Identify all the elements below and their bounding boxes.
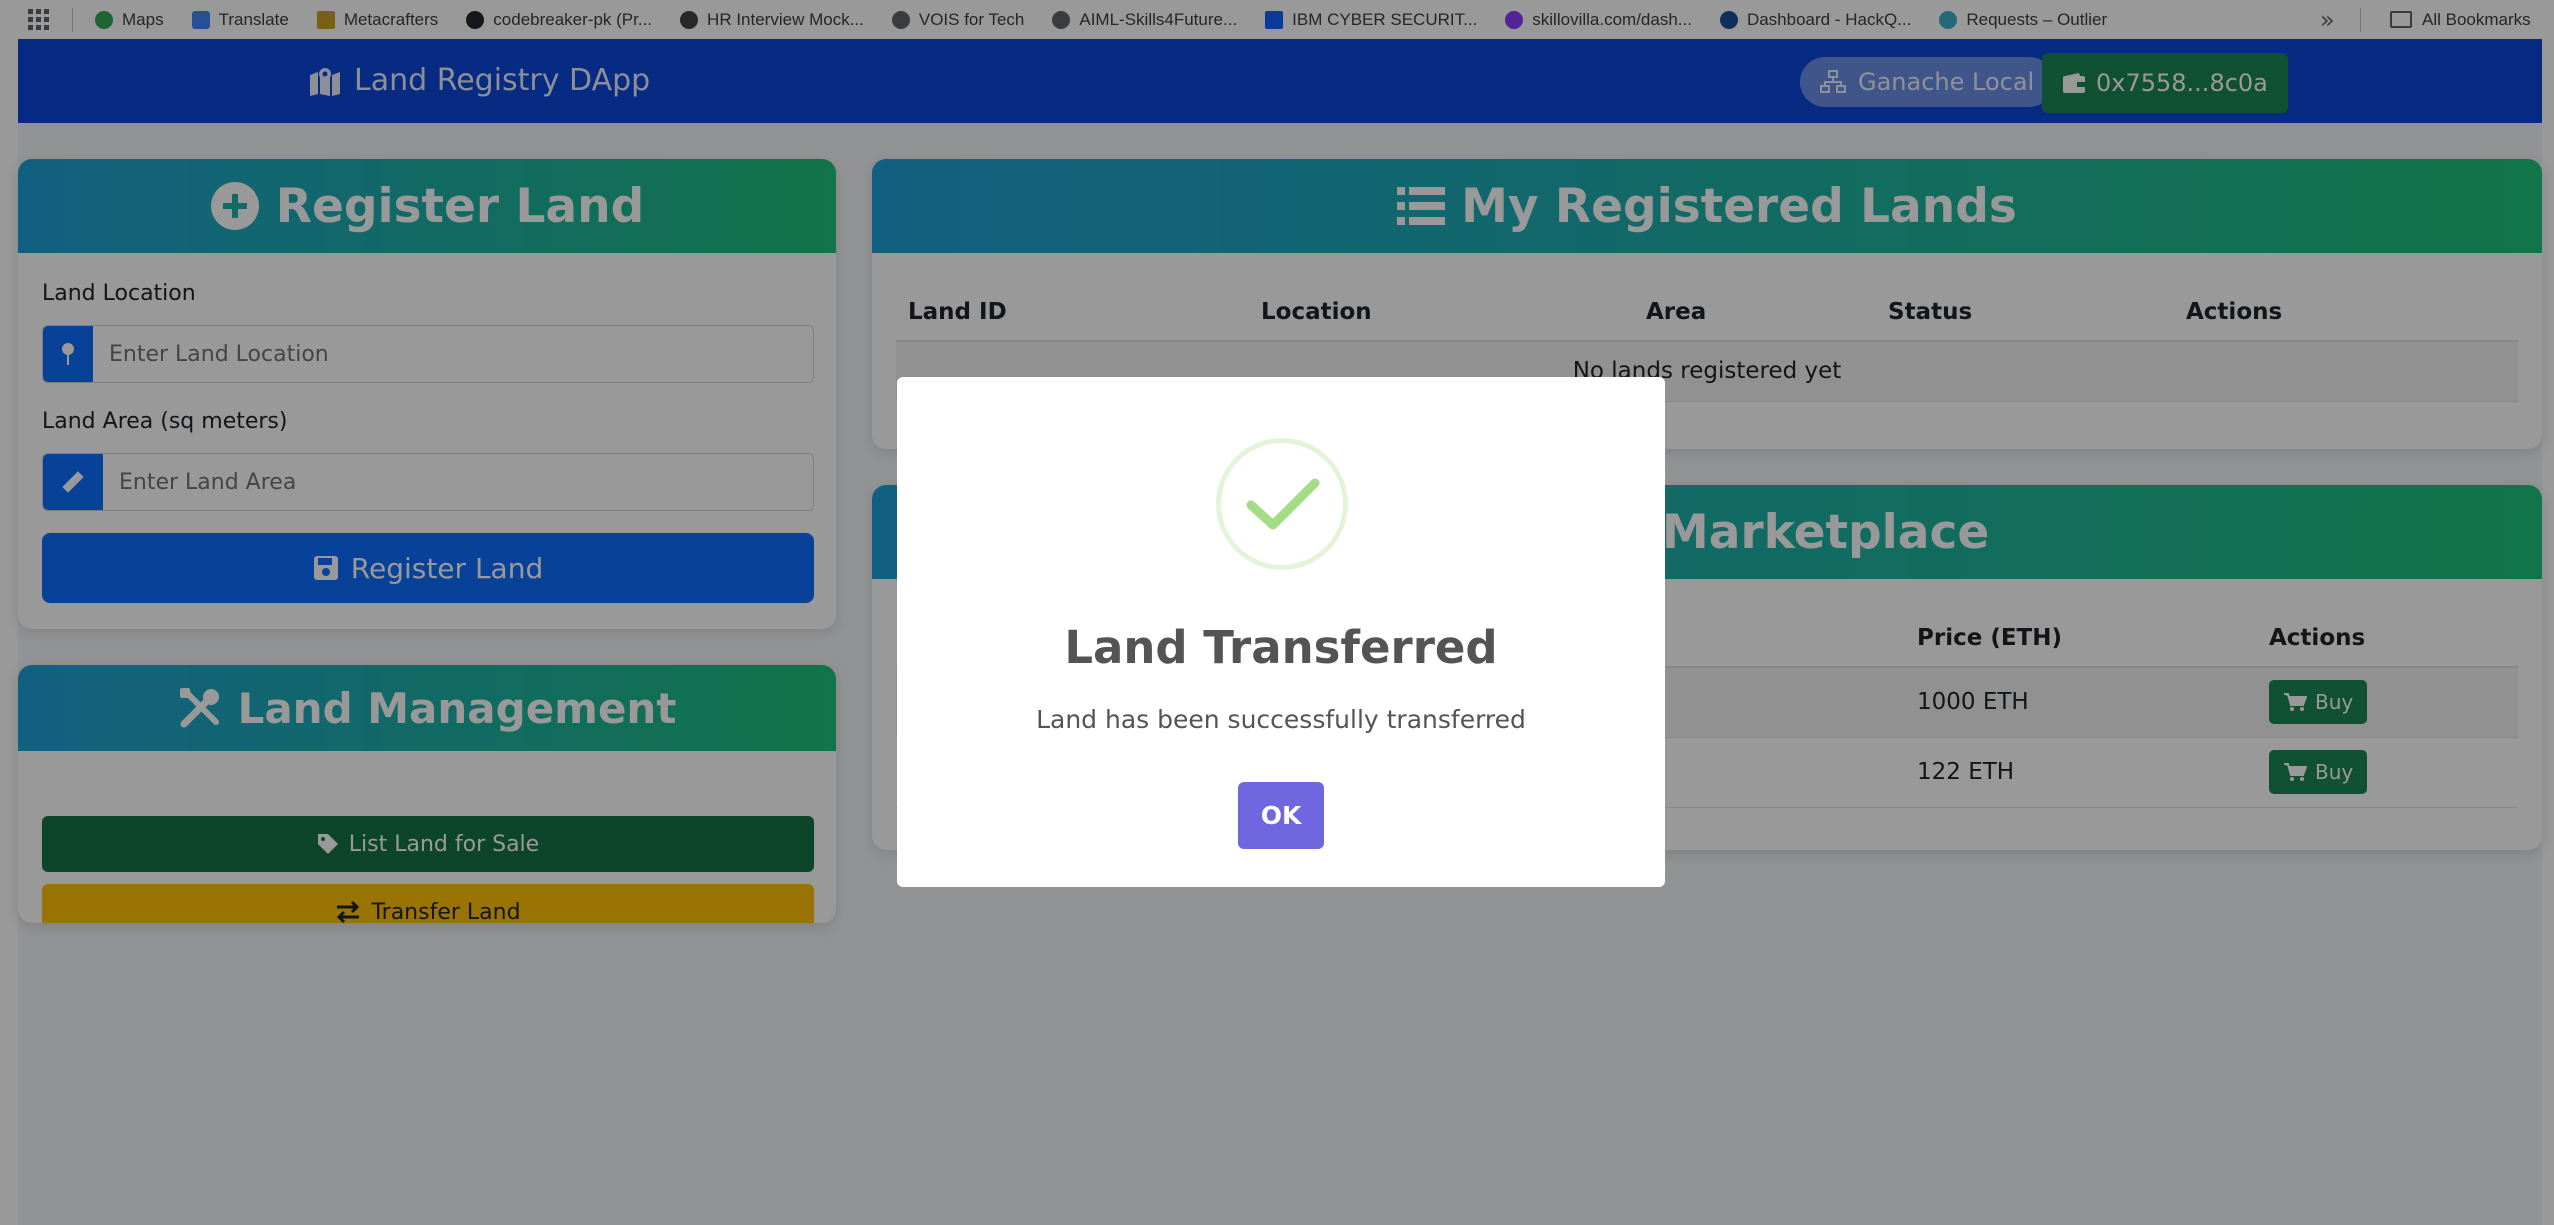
success-modal: Land Transferred Land has been successfu…	[897, 377, 1665, 887]
ok-button[interactable]: OK	[1238, 782, 1324, 849]
modal-title: Land Transferred	[1064, 621, 1498, 674]
success-check-icon	[1216, 438, 1348, 570]
modal-message: Land has been successfully transferred	[1036, 705, 1526, 734]
